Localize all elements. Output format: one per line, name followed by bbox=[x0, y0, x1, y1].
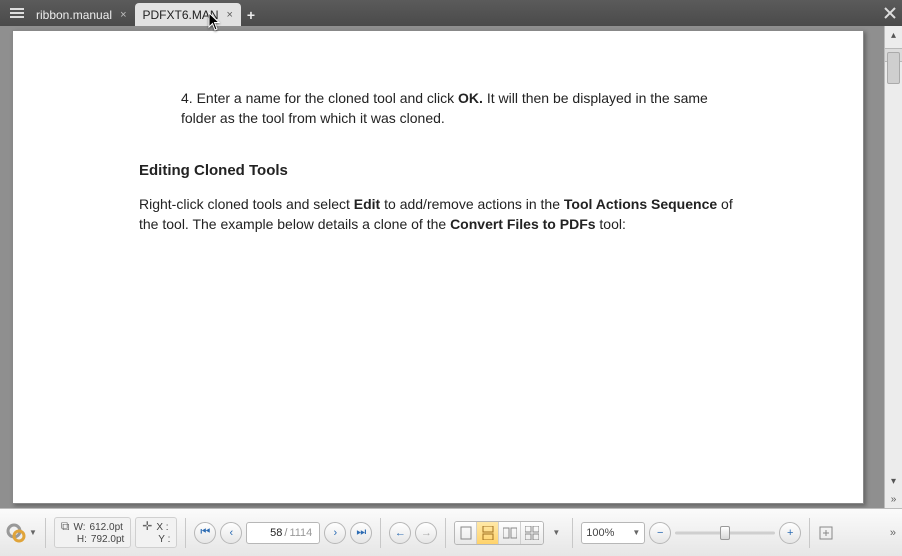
page-size-readout: ⧉ W: 612.0pt H: 792.0pt bbox=[54, 517, 131, 547]
scroll-down-icon[interactable]: ▾ bbox=[885, 472, 902, 490]
text-run: Right-click cloned tools and select bbox=[139, 196, 354, 212]
layout-facing[interactable] bbox=[499, 522, 521, 544]
scroll-up-icon[interactable]: ▴ bbox=[885, 26, 902, 44]
chevron-down-icon: ▼ bbox=[29, 528, 37, 537]
document-viewport: 4. Enter a name for the cloned tool and … bbox=[0, 26, 902, 508]
history-back-button[interactable]: ← bbox=[389, 522, 411, 544]
close-icon[interactable]: × bbox=[227, 9, 233, 21]
step-4-text: 4. Enter a name for the cloned tool and … bbox=[181, 89, 743, 128]
zoom-out-button[interactable]: − bbox=[649, 522, 671, 544]
next-page-button[interactable]: › bbox=[324, 522, 346, 544]
zoom-value: 100% bbox=[586, 527, 614, 539]
tab-pdfxt6-man[interactable]: PDFXT6.MAN × bbox=[135, 3, 241, 26]
mouse-cursor bbox=[208, 12, 222, 32]
height-value: 792.0pt bbox=[91, 534, 124, 545]
gear-icon bbox=[6, 523, 26, 543]
arrow-right-icon: → bbox=[421, 527, 432, 539]
cursor-pos-readout: ✛ X : Y : bbox=[135, 517, 177, 547]
last-page-icon: ⏭ bbox=[356, 526, 366, 539]
arrow-left-icon: ← bbox=[395, 527, 406, 539]
editing-paragraph: Right-click cloned tools and select Edit… bbox=[139, 195, 743, 234]
separator bbox=[185, 518, 186, 548]
document-scroll-area[interactable]: 4. Enter a name for the cloned tool and … bbox=[0, 26, 884, 508]
total-pages: 1114 bbox=[289, 527, 312, 539]
y-label: Y : bbox=[158, 534, 170, 545]
layout-single-page[interactable] bbox=[455, 522, 477, 544]
chevron-down-icon[interactable]: ▼ bbox=[552, 528, 560, 537]
first-page-icon: ⏮ bbox=[200, 526, 210, 539]
text-run: 4. Enter a name for the cloned tool and … bbox=[181, 90, 458, 106]
text-bold: Tool Actions Sequence bbox=[564, 196, 717, 212]
history-forward-button[interactable]: → bbox=[415, 522, 437, 544]
vertical-scrollbar[interactable]: ▴ ≡ ▾ » bbox=[884, 26, 902, 508]
page-facing-cont-icon bbox=[525, 526, 539, 540]
separator bbox=[572, 518, 573, 548]
layout-facing-continuous[interactable] bbox=[521, 522, 543, 544]
new-tab-button[interactable]: + bbox=[241, 3, 261, 26]
panel-toggle-icon[interactable] bbox=[6, 0, 28, 26]
tab-strip: ribbon.manual × PDFXT6.MAN × + bbox=[0, 0, 902, 26]
text-run: to add/remove actions in the bbox=[380, 196, 564, 212]
page-sep: / bbox=[284, 527, 287, 539]
separator bbox=[809, 518, 810, 548]
overflow-icon[interactable]: » bbox=[890, 527, 896, 539]
text-bold: Edit bbox=[354, 196, 380, 212]
chevron-left-icon: ‹ bbox=[230, 527, 234, 539]
prev-page-button[interactable]: ‹ bbox=[220, 522, 242, 544]
minus-icon: − bbox=[657, 527, 663, 539]
scrollbar-thumb[interactable] bbox=[887, 52, 900, 84]
chevron-right-icon: › bbox=[334, 527, 338, 539]
separator bbox=[445, 518, 446, 548]
width-value: 612.0pt bbox=[90, 522, 123, 533]
slider-knob[interactable] bbox=[720, 526, 730, 540]
separator bbox=[380, 518, 381, 548]
scrollbar-track[interactable] bbox=[885, 44, 902, 472]
text-run: tool: bbox=[596, 216, 626, 232]
width-label: W: bbox=[74, 522, 86, 533]
crosshair-icon: ✛ bbox=[142, 520, 152, 533]
text-bold: OK. bbox=[458, 90, 483, 106]
plus-icon: + bbox=[787, 527, 793, 539]
tab-label: ribbon.manual bbox=[36, 8, 112, 22]
close-icon[interactable]: × bbox=[120, 9, 126, 21]
fit-mode-icon[interactable] bbox=[818, 525, 834, 541]
heading-editing-cloned-tools: Editing Cloned Tools bbox=[139, 162, 743, 179]
options-button[interactable]: ▼ bbox=[6, 523, 37, 543]
height-label: H: bbox=[77, 534, 87, 545]
page-single-icon bbox=[460, 526, 472, 540]
separator bbox=[45, 518, 46, 548]
page-number-field[interactable]: 58 / 1114 bbox=[246, 522, 320, 544]
page-layout-segmented bbox=[454, 521, 544, 545]
text-bold: Convert Files to PDFs bbox=[450, 216, 595, 232]
chevron-down-icon: ▼ bbox=[632, 528, 640, 537]
first-page-button[interactable]: ⏮ bbox=[194, 522, 216, 544]
window-close-button[interactable] bbox=[878, 0, 902, 26]
zoom-level-field[interactable]: 100% ▼ bbox=[581, 522, 645, 544]
scroll-more-icon[interactable]: » bbox=[885, 490, 902, 508]
zoom-in-button[interactable]: + bbox=[779, 522, 801, 544]
layout-continuous[interactable] bbox=[477, 522, 499, 544]
tab-ribbon-manual[interactable]: ribbon.manual × bbox=[28, 3, 135, 26]
last-page-button[interactable]: ⏭ bbox=[350, 522, 372, 544]
pdf-page: 4. Enter a name for the cloned tool and … bbox=[12, 30, 864, 504]
zoom-slider[interactable] bbox=[675, 523, 775, 543]
page-continuous-icon bbox=[482, 526, 494, 540]
page-facing-icon bbox=[503, 527, 517, 539]
x-label: X : bbox=[156, 522, 168, 533]
status-toolbar: ▼ ⧉ W: 612.0pt H: 792.0pt ✛ X : Y : ⏮ ‹ … bbox=[0, 508, 902, 556]
page-dim-icon: ⧉ bbox=[61, 520, 70, 533]
current-page: 58 bbox=[254, 527, 282, 539]
